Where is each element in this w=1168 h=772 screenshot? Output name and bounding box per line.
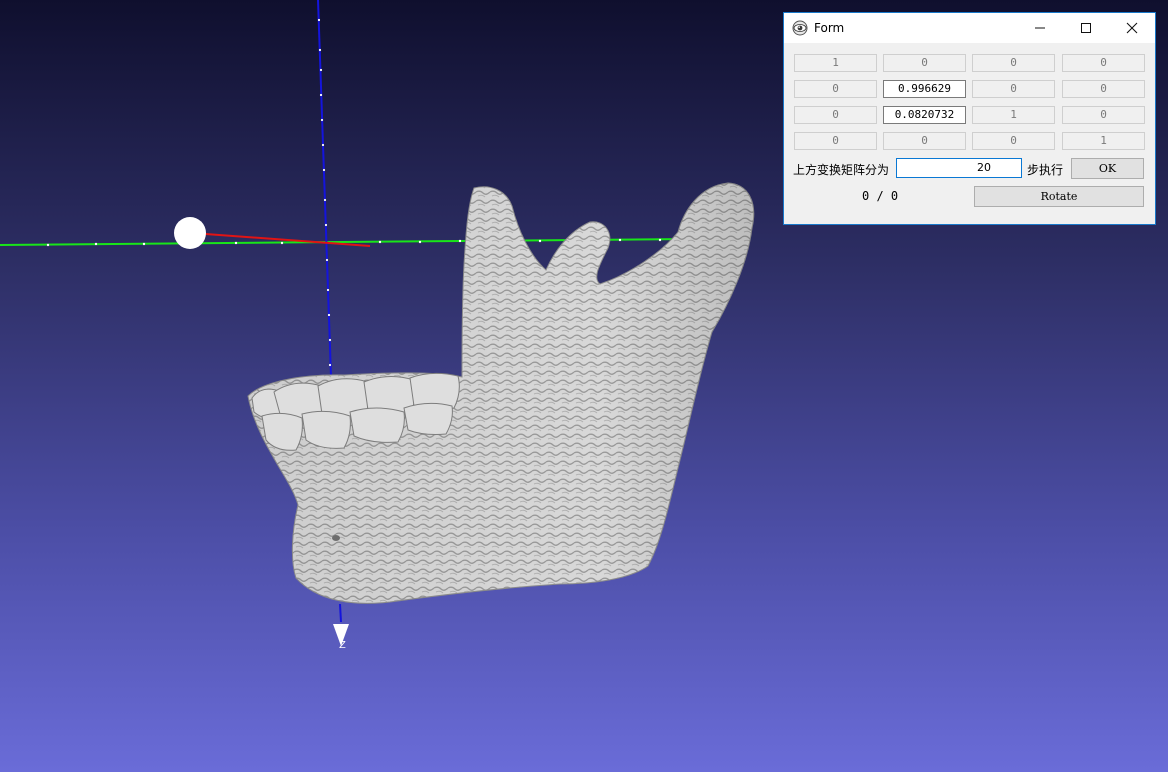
- light-source-handle: [174, 217, 206, 249]
- matrix-cell-r2c0[interactable]: 0: [794, 106, 877, 124]
- matrix-cell-r3c3[interactable]: 1: [1062, 132, 1145, 150]
- mandible-model: [247, 182, 755, 604]
- matrix-cell-r1c3[interactable]: 0: [1062, 80, 1145, 98]
- blue-axis-lower: [339, 603, 342, 623]
- matrix-cell-r1c1[interactable]: 0.996629: [883, 80, 966, 98]
- close-button[interactable]: [1109, 13, 1155, 43]
- matrix-cell-r0c2[interactable]: 0: [972, 54, 1055, 72]
- blue-axis: [317, 0, 333, 406]
- maximize-icon: [1081, 23, 1091, 33]
- matrix-cell-r3c0[interactable]: 0: [794, 132, 877, 150]
- title-bar[interactable]: Form: [784, 13, 1155, 43]
- minimize-icon: [1035, 27, 1045, 29]
- steps-input[interactable]: 20: [896, 158, 1022, 178]
- matrix-cell-r3c2[interactable]: 0: [972, 132, 1055, 150]
- steps-label: 上方变换矩阵分为: [793, 163, 890, 177]
- matrix-cell-r3c1[interactable]: 0: [883, 132, 966, 150]
- matrix-cell-r2c3[interactable]: 0: [1062, 106, 1145, 124]
- matrix-cell-r0c1[interactable]: 0: [883, 54, 966, 72]
- window-title: Form: [814, 21, 845, 35]
- rotate-button[interactable]: Rotate: [974, 186, 1144, 207]
- form-window[interactable]: Form 1 0 0 0 0 0.996629 0 0 0 0.0820732 …: [783, 12, 1156, 225]
- matrix-cell-r0c3[interactable]: 0: [1062, 54, 1145, 72]
- matrix-cell-r1c0[interactable]: 0: [794, 80, 877, 98]
- minimize-button[interactable]: [1017, 13, 1063, 43]
- matrix-cell-r2c2[interactable]: 1: [972, 106, 1055, 124]
- ok-button[interactable]: OK: [1071, 158, 1144, 179]
- steps-suffix-label: 步执行: [1027, 163, 1064, 177]
- close-icon: [1126, 22, 1138, 34]
- matrix-cell-r2c1[interactable]: 0.0820732: [883, 106, 966, 124]
- form-client-area: 1 0 0 0 0 0.996629 0 0 0 0.0820732 1 0 0…: [784, 43, 1155, 224]
- z-axis-label: Z: [339, 640, 346, 651]
- maximize-button[interactable]: [1063, 13, 1109, 43]
- progress-counter: 0 / 0: [862, 189, 899, 203]
- matrix-cell-r0c0[interactable]: 1: [794, 54, 877, 72]
- matrix-cell-r1c2[interactable]: 0: [972, 80, 1055, 98]
- app-eye-icon: [792, 20, 808, 36]
